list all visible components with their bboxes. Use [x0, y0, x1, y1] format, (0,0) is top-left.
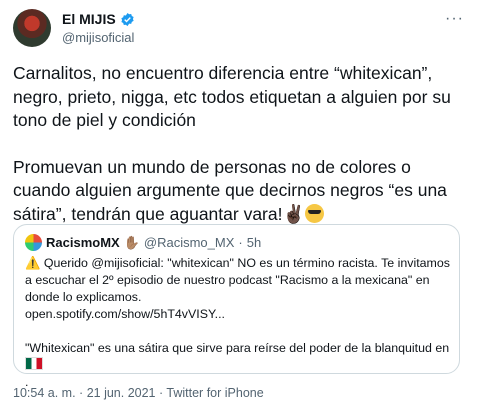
quoted-link[interactable]: open.spotify.com/show/5hT4vVISY... [25, 307, 225, 321]
quoted-tweet-body: ⚠️ Querido @mijisoficial: "whitexican" N… [25, 255, 451, 391]
victory-hand-emoji-icon: ✌🏿 [282, 203, 305, 224]
author-name[interactable]: El MIJIS [62, 11, 116, 27]
tweet-paragraph-2: Promuevan un mundo de personas no de col… [13, 156, 468, 227]
tweet-time[interactable]: 10:54 a. m. [13, 386, 76, 400]
raised-hand-emoji-icon: ✋🏽 [123, 234, 140, 250]
quoted-paragraph-2: "Whitexican" es una sátira que sirve par… [25, 340, 451, 391]
quoted-time: 5h [246, 235, 262, 250]
tweet-source[interactable]: Twitter for iPhone [166, 386, 263, 400]
tweet-paragraph-1: Carnalitos, no encuentro diferencia entr… [13, 63, 451, 130]
more-options-icon[interactable]: ··· [445, 10, 464, 28]
quoted-author-name: RacismoMX [46, 235, 120, 250]
footer-sep-1: · [79, 386, 84, 400]
quoted-author-handle: @Racismo_MX [143, 235, 235, 250]
author-avatar[interactable] [13, 9, 51, 47]
author-name-row[interactable]: El MIJIS [62, 11, 135, 27]
quoted-text-2: "Whitexican" es una sátira que sirve par… [25, 341, 450, 355]
quoted-tweet[interactable]: RacismoMX ✋🏽 @Racismo_MX · 5h ⚠️ Querido… [13, 224, 460, 389]
quoted-separator: · [238, 235, 243, 250]
quoted-author-avatar [25, 234, 42, 251]
mexico-flag-icon [25, 357, 43, 370]
verified-badge-icon [121, 12, 134, 26]
tweet-date[interactable]: 21 jun. 2021 [87, 386, 156, 400]
sunglasses-face-emoji-icon [304, 203, 324, 223]
tweet-text: Carnalitos, no encuentro diferencia entr… [13, 62, 468, 226]
tweet-footer: 10:54 a. m. · 21 jun. 2021 · Twitter for… [13, 386, 264, 400]
author-handle[interactable]: @mijisoficial [62, 30, 134, 45]
tweet-paragraph-2-text: Promuevan un mundo de personas no de col… [13, 156, 447, 224]
quoted-tweet-header: RacismoMX ✋🏽 @Racismo_MX · 5h [25, 234, 261, 251]
footer-sep-2: · [158, 386, 164, 400]
quoted-paragraph-1: ⚠️ Querido @mijisoficial: "whitexican" N… [25, 255, 451, 323]
quoted-text-1: ⚠️ Querido @mijisoficial: "whitexican" N… [25, 256, 450, 304]
tweet-header: El MIJIS @mijisoficial ··· [13, 8, 464, 48]
